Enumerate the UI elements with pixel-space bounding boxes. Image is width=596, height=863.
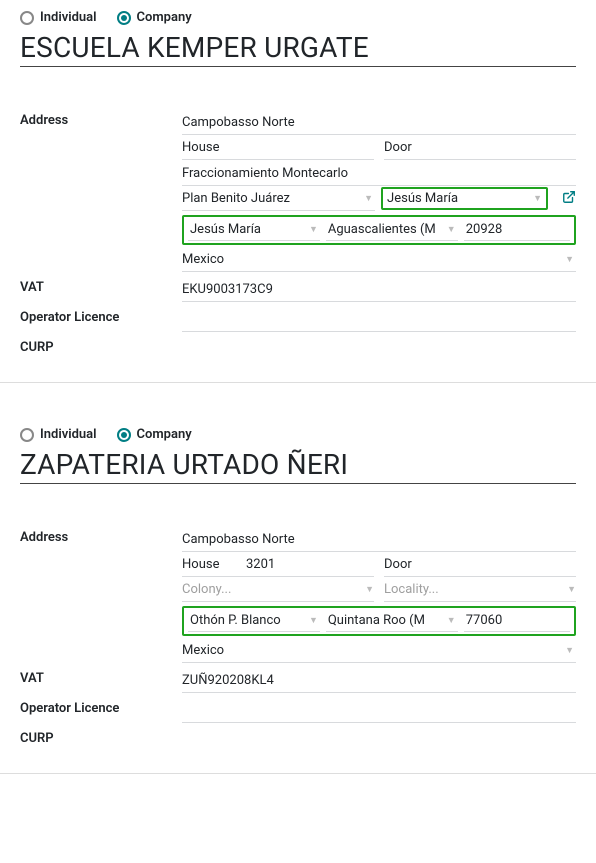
- zip-input[interactable]: 77060: [464, 610, 570, 632]
- company-name-input[interactable]: ESCUELA KEMPER URGATE: [20, 31, 576, 67]
- locality-right-select[interactable]: Jesús María ▼: [381, 187, 548, 210]
- door-label: Door: [384, 557, 440, 572]
- house-input[interactable]: House: [182, 135, 374, 160]
- street-input[interactable]: Campobasso Norte: [182, 109, 576, 135]
- chevron-down-icon: ▼: [567, 584, 576, 595]
- zip-value: 20928: [466, 222, 503, 237]
- city-select[interactable]: Jesús María ▼: [188, 219, 320, 241]
- radio-company-label: Company: [137, 427, 192, 442]
- vat-value: ZUÑ920208KL4: [182, 673, 274, 688]
- chevron-down-icon: ▼: [447, 615, 456, 626]
- contact-form-1: Individual Company ESCUELA KEMPER URGATE…: [0, 0, 596, 383]
- radio-individual[interactable]: Individual: [20, 10, 97, 25]
- radio-individual-label: Individual: [40, 10, 97, 25]
- door-input[interactable]: Door: [384, 135, 576, 160]
- address-row: Address Campobasso Norte House 3201 Door: [20, 526, 576, 663]
- house-label: House: [182, 557, 238, 572]
- zip-value: 77060: [466, 613, 503, 628]
- house-input[interactable]: House 3201: [182, 552, 374, 577]
- radio-circle-checked-icon: [117, 11, 131, 25]
- chevron-down-icon: ▼: [533, 193, 542, 204]
- locality-placeholder: Locality...: [384, 582, 439, 597]
- colony-input[interactable]: Fraccionamiento Montecarlo: [182, 160, 576, 186]
- vat-label: VAT: [20, 667, 182, 686]
- vat-input[interactable]: ZUÑ920208KL4: [182, 667, 576, 693]
- contact-type-row: Individual Company: [20, 10, 576, 25]
- country-select[interactable]: Mexico ▼: [182, 638, 576, 663]
- external-link-icon[interactable]: [562, 190, 576, 208]
- operator-licence-label: Operator Licence: [20, 306, 182, 325]
- radio-circle-icon: [20, 11, 34, 25]
- country-select[interactable]: Mexico ▼: [182, 247, 576, 272]
- vat-input[interactable]: EKU9003173C9: [182, 276, 576, 302]
- chevron-down-icon: ▼: [447, 224, 456, 235]
- operator-licence-label: Operator Licence: [20, 697, 182, 716]
- country-value: Mexico: [182, 643, 224, 658]
- state-value: Aguascalientes (M: [328, 222, 436, 237]
- street-value: Campobasso Norte: [182, 115, 295, 130]
- city-value: Jesús María: [190, 222, 261, 237]
- vat-value: EKU9003173C9: [182, 282, 273, 297]
- curp-label: CURP: [20, 727, 182, 746]
- street-input[interactable]: Campobasso Norte: [182, 526, 576, 552]
- radio-company[interactable]: Company: [117, 10, 192, 25]
- chevron-down-icon: ▼: [309, 615, 318, 626]
- locality-select[interactable]: Locality... ▼: [384, 577, 576, 602]
- colony-placeholder: Colony...: [182, 582, 231, 597]
- country-value: Mexico: [182, 252, 224, 267]
- radio-individual-label: Individual: [40, 427, 97, 442]
- radio-circle-checked-icon: [117, 428, 131, 442]
- address-label: Address: [20, 109, 182, 128]
- colony-select[interactable]: Colony... ▼: [182, 577, 374, 602]
- curp-input[interactable]: [182, 727, 576, 753]
- city-select[interactable]: Othón P. Blanco ▼: [188, 610, 320, 632]
- chevron-down-icon: ▼: [565, 645, 574, 656]
- address-label: Address: [20, 526, 182, 545]
- house-label: House: [182, 140, 238, 155]
- locality-left-select[interactable]: Plan Benito Juárez ▼: [182, 186, 375, 211]
- chevron-down-icon: ▼: [309, 224, 318, 235]
- city-value: Othón P. Blanco: [190, 613, 281, 628]
- curp-label: CURP: [20, 336, 182, 355]
- vat-label: VAT: [20, 276, 182, 295]
- chevron-down-icon: ▼: [365, 584, 374, 595]
- contact-form-2: Individual Company ZAPATERIA URTADO ÑERI…: [0, 383, 596, 774]
- state-select[interactable]: Aguascalientes (M ▼: [326, 219, 458, 241]
- colony-value: Fraccionamiento Montecarlo: [182, 166, 348, 181]
- radio-circle-icon: [20, 428, 34, 442]
- operator-licence-input[interactable]: [182, 697, 576, 723]
- locality-left-value: Plan Benito Juárez: [182, 191, 290, 206]
- state-select[interactable]: Quintana Roo (M ▼: [326, 610, 458, 632]
- door-input[interactable]: Door: [384, 552, 576, 577]
- locality-right-value: Jesús María: [387, 191, 458, 206]
- operator-licence-input[interactable]: [182, 306, 576, 332]
- house-value: 3201: [246, 557, 275, 572]
- radio-company[interactable]: Company: [117, 427, 192, 442]
- contact-type-row: Individual Company: [20, 427, 576, 442]
- state-value: Quintana Roo (M: [328, 613, 425, 628]
- address-row: Address Campobasso Norte House Door: [20, 109, 576, 272]
- chevron-down-icon: ▼: [565, 254, 574, 265]
- door-label: Door: [384, 140, 440, 155]
- company-name-input[interactable]: ZAPATERIA URTADO ÑERI: [20, 448, 576, 484]
- curp-input[interactable]: [182, 336, 576, 362]
- chevron-down-icon: ▼: [364, 193, 373, 204]
- radio-company-label: Company: [137, 10, 192, 25]
- radio-individual[interactable]: Individual: [20, 427, 97, 442]
- street-value: Campobasso Norte: [182, 532, 295, 547]
- zip-input[interactable]: 20928: [464, 219, 570, 241]
